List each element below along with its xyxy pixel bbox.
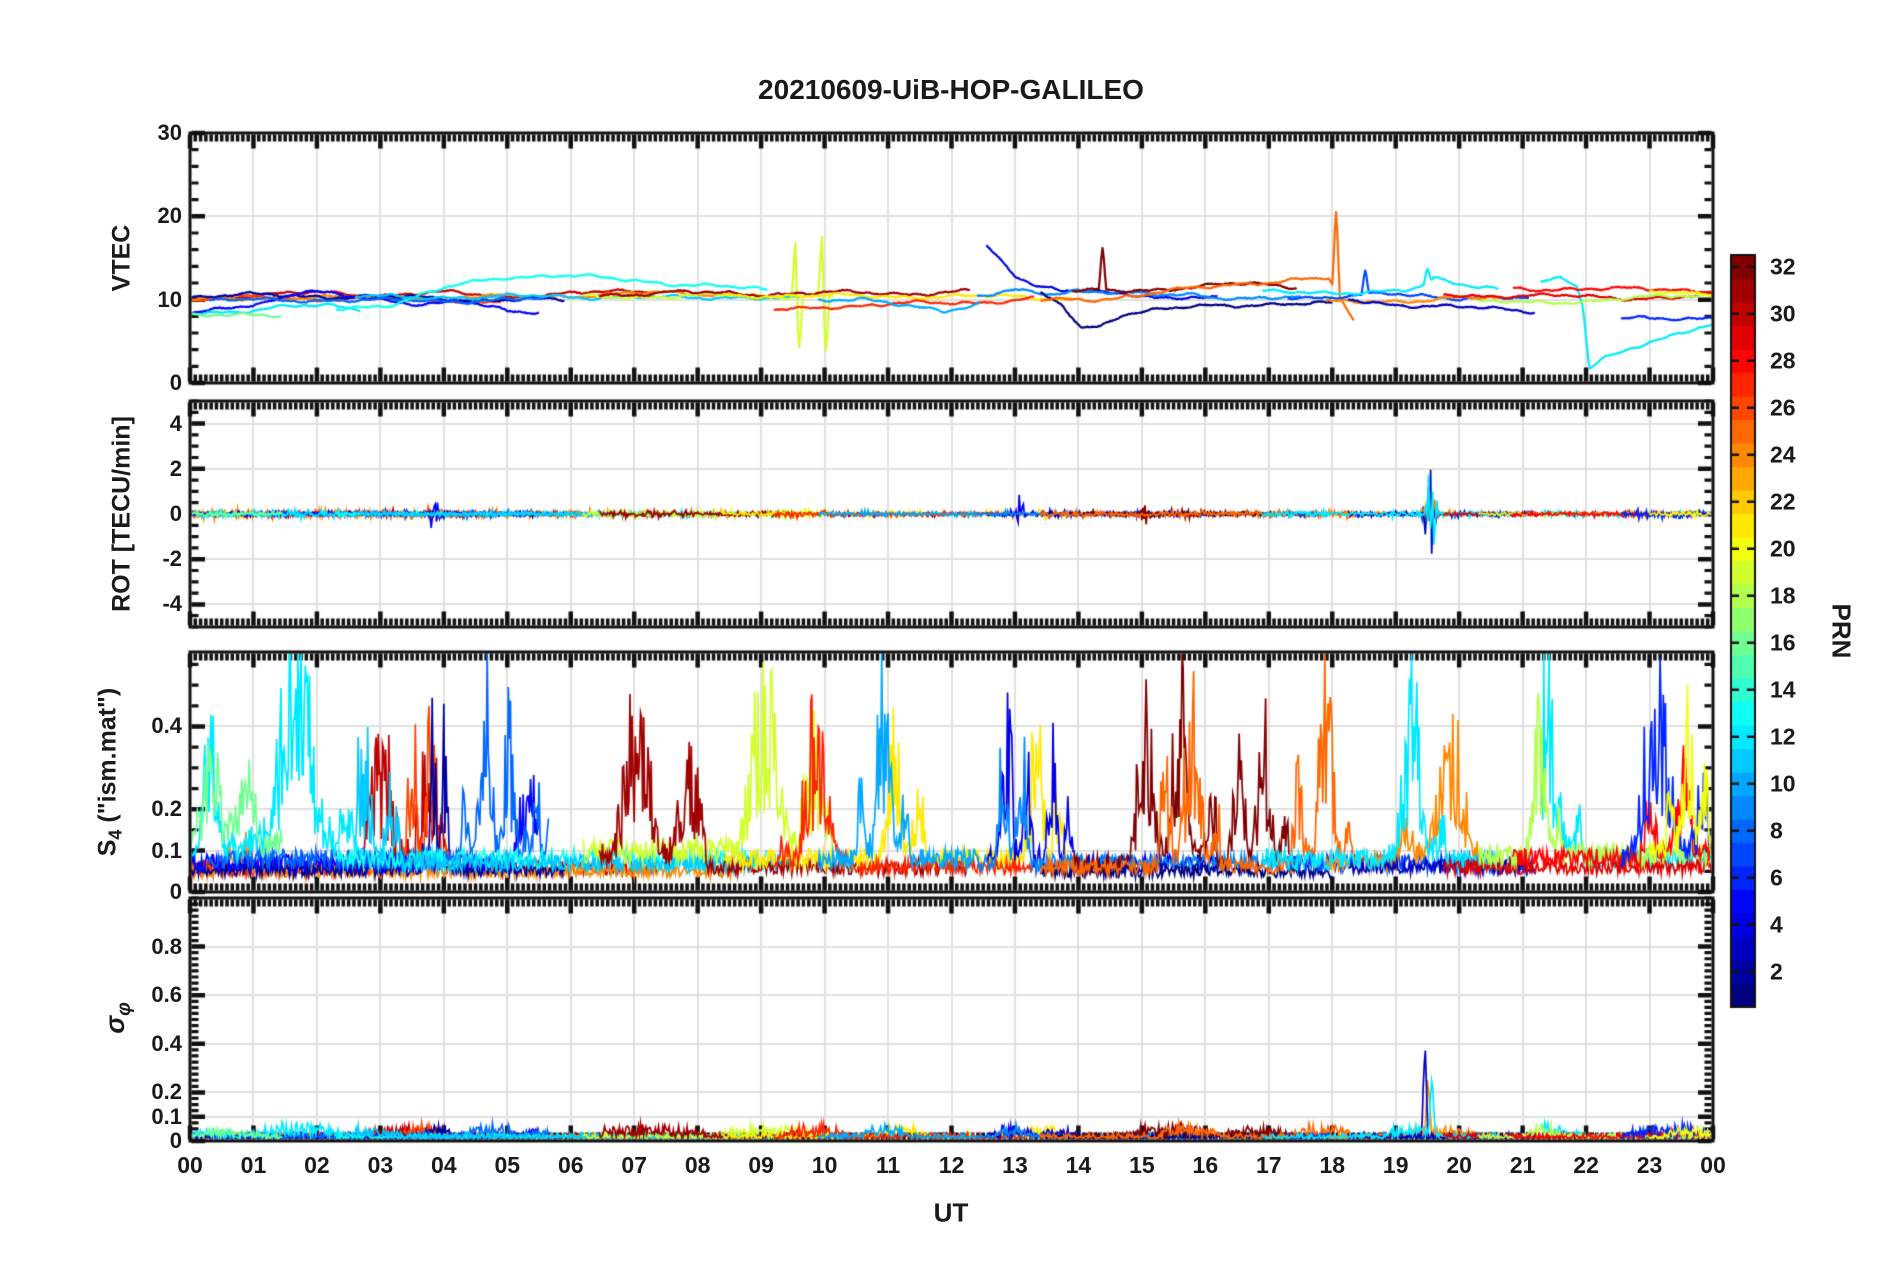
y-tick-label: -2 bbox=[162, 546, 182, 572]
colorbar-tick-label: 28 bbox=[1770, 347, 1796, 374]
colorbar-tick-label: 10 bbox=[1770, 770, 1796, 797]
y-tick-label: 0.4 bbox=[151, 713, 182, 739]
x-tick-label: 10 bbox=[811, 1152, 838, 1178]
x-axis-label: UT bbox=[933, 1197, 969, 1228]
colorbar-tick-label: 8 bbox=[1770, 817, 1783, 844]
y-tick-label: 0.2 bbox=[151, 1079, 182, 1105]
x-tick-label: 03 bbox=[367, 1152, 394, 1178]
x-tick-label: 23 bbox=[1636, 1152, 1663, 1178]
x-tick-label: 15 bbox=[1129, 1152, 1155, 1178]
colorbar-tick-label: 6 bbox=[1770, 864, 1783, 891]
colorbar-tick-label: 30 bbox=[1770, 300, 1796, 327]
x-tick-label: 22 bbox=[1573, 1152, 1599, 1178]
y-tick-label: 0 bbox=[169, 1128, 182, 1153]
x-tick-label: 04 bbox=[431, 1152, 457, 1178]
y-tick-label: 10 bbox=[157, 286, 182, 312]
colorbar-tick-label: 22 bbox=[1770, 488, 1796, 515]
x-tick-label: 09 bbox=[748, 1152, 774, 1178]
x-tick-label: 06 bbox=[557, 1152, 584, 1178]
x-tick-label: 17 bbox=[1255, 1152, 1282, 1178]
y-tick-label: 0 bbox=[169, 501, 182, 526]
x-tick-label: 11 bbox=[875, 1152, 901, 1178]
y-tick-label: 2 bbox=[169, 455, 182, 481]
x-tick-label: 12 bbox=[938, 1152, 965, 1178]
x-tick-label: 19 bbox=[1382, 1152, 1409, 1178]
y-axis-label-vtec: VTEC bbox=[107, 224, 136, 292]
y-tick-label: 0.2 bbox=[151, 796, 182, 822]
colorbar-tick-label: 32 bbox=[1770, 253, 1796, 280]
x-tick-label: 20 bbox=[1446, 1152, 1472, 1178]
colorbar-tick-label: 2 bbox=[1770, 958, 1783, 985]
colorbar-tick-label: 20 bbox=[1770, 535, 1796, 562]
x-tick-label: 01 bbox=[240, 1152, 267, 1178]
chart-title: 20210609-UiB-HOP-GALILEO bbox=[758, 74, 1144, 105]
x-tick-label: 07 bbox=[621, 1152, 647, 1178]
x-tick-label: 13 bbox=[1002, 1152, 1028, 1178]
x-tick-label: 05 bbox=[494, 1152, 521, 1178]
figure: 20210609-UiB-HOP-GALILEO VTEC ROT [TECU/… bbox=[0, 0, 1902, 1272]
y-tick-label: 20 bbox=[157, 203, 182, 229]
y-tick-label: 30 bbox=[157, 120, 182, 145]
x-tick-label: 21 bbox=[1509, 1152, 1536, 1178]
colorbar-tick-label: 24 bbox=[1770, 441, 1796, 468]
x-tick-label: 00 bbox=[1700, 1152, 1726, 1178]
y-tick-label: 0.8 bbox=[151, 933, 182, 959]
x-tick-label: 08 bbox=[684, 1152, 711, 1178]
colorbar-label: PRN bbox=[1826, 603, 1857, 659]
colorbar-tick-label: 14 bbox=[1770, 676, 1796, 703]
y-tick-label: 0 bbox=[169, 879, 182, 904]
x-tick-label: 16 bbox=[1192, 1152, 1219, 1178]
x-tick-label: 00 bbox=[177, 1152, 203, 1178]
colorbar-tick-label: 12 bbox=[1770, 723, 1796, 750]
x-tick-label: 02 bbox=[304, 1152, 330, 1178]
colorbar-tick-label: 26 bbox=[1770, 394, 1796, 421]
y-tick-label: 0.4 bbox=[151, 1030, 182, 1056]
y-tick-label: 0 bbox=[169, 370, 182, 395]
y-tick-label: 4 bbox=[169, 410, 182, 436]
colorbar-tick-label: 18 bbox=[1770, 582, 1796, 609]
y-tick-label: 0.6 bbox=[151, 982, 182, 1008]
colorbar-tick-label: 4 bbox=[1770, 911, 1783, 938]
y-tick-label: 0.1 bbox=[151, 1103, 182, 1129]
scintillation-chart-canvas bbox=[0, 0, 1902, 1272]
y-tick-label: 0.1 bbox=[151, 837, 182, 863]
y-tick-label: -4 bbox=[162, 591, 182, 617]
x-tick-label: 14 bbox=[1065, 1152, 1092, 1178]
colorbar-tick-label: 16 bbox=[1770, 629, 1796, 656]
x-tick-label: 18 bbox=[1319, 1152, 1346, 1178]
